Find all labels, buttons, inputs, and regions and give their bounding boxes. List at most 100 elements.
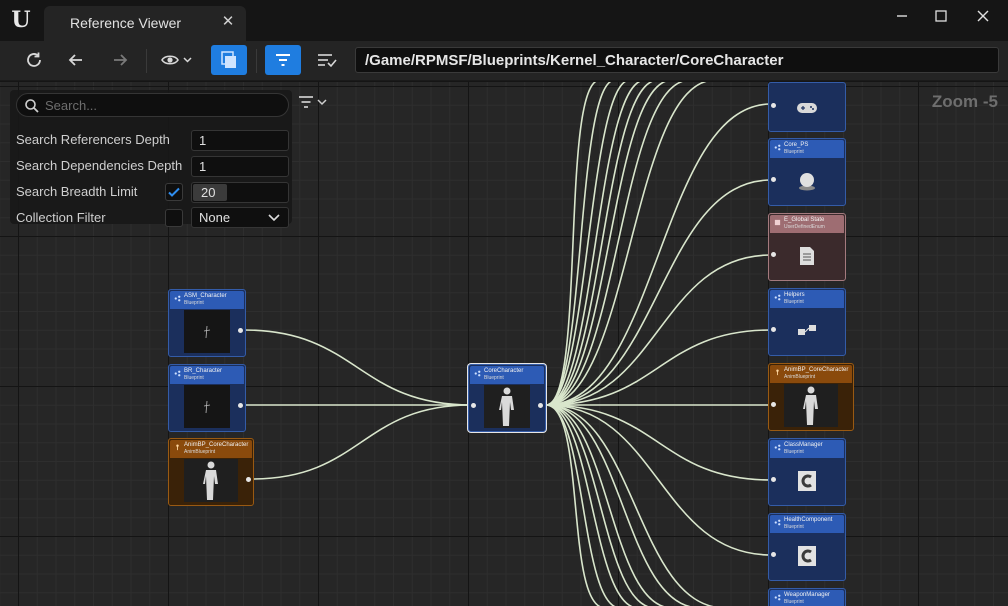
- back-arrow-icon: [68, 54, 82, 66]
- input-pin[interactable]: [771, 177, 776, 182]
- node-name: E_Global State: [784, 217, 825, 223]
- output-pin[interactable]: [246, 477, 251, 482]
- node-br-character[interactable]: BR_Character Blueprint: [168, 364, 246, 432]
- node-name: CoreCharacter: [484, 368, 524, 374]
- graph-canvas[interactable]: Zoom -5 Search Referencers Depth 1 Searc…: [0, 82, 1008, 606]
- node-name: Helpers: [784, 292, 805, 298]
- search-input[interactable]: [45, 97, 275, 114]
- node-health-component[interactable]: HealthComponent Blueprint: [768, 513, 846, 581]
- search-icon: [25, 99, 39, 113]
- node-helpers[interactable]: Helpers Blueprint: [768, 288, 846, 356]
- sort-filter-button[interactable]: [312, 45, 342, 75]
- character-icon: [499, 387, 514, 426]
- breadth-limit-value: 20: [201, 185, 216, 200]
- wire-dependency-offscreen: [545, 82, 654, 406]
- node-name: WeaponManager: [784, 592, 830, 598]
- toolbar-separator: [256, 49, 257, 73]
- show-duplicates-button[interactable]: [211, 45, 247, 75]
- character-icon: [803, 386, 818, 425]
- title-bar: U Reference Viewer ✕: [0, 0, 1008, 41]
- node-type: Blueprint: [184, 375, 204, 381]
- collection-filter-select[interactable]: None: [191, 207, 289, 228]
- anim-blueprint-icon: [776, 369, 779, 376]
- input-pin[interactable]: [471, 403, 476, 408]
- node-name: ClassManager: [784, 442, 823, 448]
- input-pin[interactable]: [771, 402, 776, 407]
- tab-reference-viewer[interactable]: Reference Viewer ✕: [44, 6, 246, 41]
- asset-thumbnail: [784, 309, 830, 352]
- close-window-button[interactable]: [968, 6, 998, 32]
- dependencies-depth-field[interactable]: 1: [191, 156, 289, 177]
- asset-thumbnail: [184, 310, 230, 353]
- tab-close-icon[interactable]: ✕: [220, 12, 236, 32]
- blueprint-icon: [774, 519, 781, 526]
- minimize-button[interactable]: [887, 6, 917, 32]
- node-animbp-corecharacter-dependency[interactable]: AnimBP_CoreCharacter AnimBlueprint: [768, 363, 854, 431]
- wire-dependency-offscreen: [545, 404, 650, 606]
- blueprint-icon: [774, 294, 781, 301]
- copy-layers-icon: [221, 51, 236, 68]
- input-pin[interactable]: [771, 252, 776, 257]
- input-pin[interactable]: [771, 327, 776, 332]
- visibility-dropdown[interactable]: [158, 45, 198, 75]
- zoom-level-label: Zoom -5: [931, 92, 998, 111]
- output-pin[interactable]: [238, 328, 243, 333]
- asset-thumbnail: [784, 159, 830, 202]
- node-animbp-corecharacter-referencer[interactable]: AnimBP_CoreCharacter AnimBlueprint: [168, 438, 254, 506]
- dependencies-depth-value: 1: [199, 159, 207, 174]
- node-corecharacter[interactable]: CoreCharacter Blueprint: [468, 364, 546, 432]
- helpers-icon: [798, 324, 816, 335]
- asset-path-field[interactable]: /Game/RPMSF/Blueprints/Kernel_Character/…: [355, 47, 999, 73]
- wire-dependency-offscreen: [545, 82, 598, 406]
- character-icon: [203, 461, 218, 500]
- node-header: CoreCharacter Blueprint: [470, 366, 544, 384]
- input-pin[interactable]: [771, 477, 776, 482]
- reference-viewer-window: U Reference Viewer ✕ /Game/RPMSF/Bluepri…: [0, 0, 1008, 606]
- node-dependency-gamepad[interactable]: [768, 82, 846, 132]
- search-box[interactable]: [16, 93, 289, 117]
- asset-thumbnail: [784, 234, 830, 277]
- filter-icon: [276, 54, 290, 66]
- refresh-button[interactable]: [20, 45, 48, 75]
- node-type: Blueprint: [484, 375, 504, 381]
- class-c-icon: [798, 470, 816, 491]
- input-pin[interactable]: [771, 552, 776, 557]
- node-header: ClassManager Blueprint: [770, 440, 844, 458]
- collection-filter-checkbox[interactable]: [165, 209, 183, 227]
- node-type: Blueprint: [784, 149, 804, 155]
- output-pin[interactable]: [238, 403, 243, 408]
- forward-button[interactable]: [106, 45, 134, 75]
- back-button[interactable]: [62, 45, 90, 75]
- node-name: Core_PS: [784, 142, 809, 148]
- blueprint-icon: [774, 594, 781, 601]
- class-c-icon: [798, 545, 816, 566]
- node-core-ps[interactable]: Core_PS Blueprint: [768, 138, 846, 206]
- asset-thumbnail: [784, 87, 830, 128]
- anim-blueprint-icon: [176, 444, 179, 451]
- node-type: Blueprint: [784, 299, 804, 305]
- maximize-button[interactable]: [926, 6, 956, 32]
- node-asm-character[interactable]: ASM_Character Blueprint: [168, 289, 246, 357]
- input-pin[interactable]: [771, 103, 776, 108]
- node-type: Blueprint: [784, 599, 804, 605]
- filters-button[interactable]: [265, 45, 301, 75]
- sphere-icon: [799, 172, 815, 190]
- filter-options-dropdown[interactable]: [297, 94, 331, 112]
- refresh-icon: [27, 52, 41, 67]
- node-header: Core_PS Blueprint: [770, 140, 844, 158]
- blueprint-icon: [474, 370, 481, 377]
- referencers-depth-field[interactable]: 1: [191, 130, 289, 151]
- node-header: AnimBP_CoreCharacter AnimBlueprint: [770, 365, 852, 383]
- node-type: AnimBlueprint: [184, 449, 216, 455]
- breadth-limit-checkbox[interactable]: [165, 183, 183, 201]
- node-name: BR_Character: [184, 368, 223, 374]
- node-class-manager[interactable]: ClassManager Blueprint: [768, 438, 846, 506]
- wire-dependency: [545, 254, 772, 406]
- node-e-global-state[interactable]: E_Global State UserDefinedEnum: [768, 213, 846, 281]
- asset-thumbnail: [784, 384, 838, 427]
- breadth-limit-field[interactable]: 20: [191, 182, 289, 203]
- node-weapon-manager[interactable]: WeaponManager Blueprint: [768, 588, 846, 606]
- node-header: HealthComponent Blueprint: [770, 515, 844, 533]
- node-name: AnimBP_CoreCharacter: [784, 367, 849, 373]
- output-pin[interactable]: [538, 403, 543, 408]
